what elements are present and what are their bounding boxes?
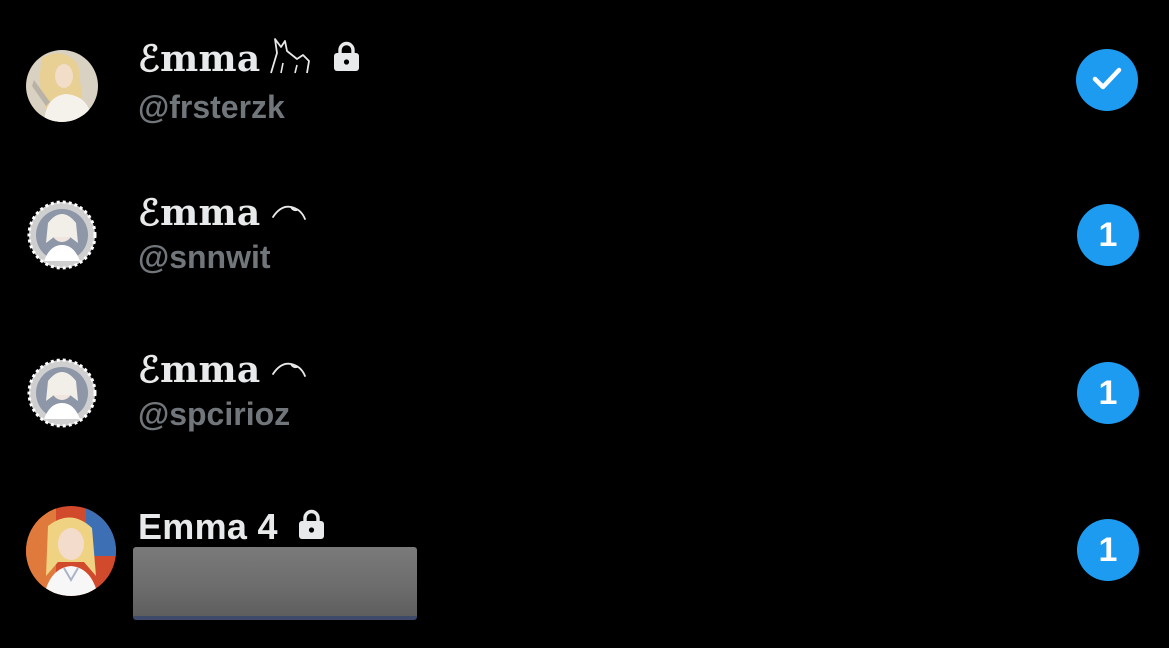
display-name: ℰmma	[138, 350, 307, 390]
display-name-text: Emma 4	[138, 506, 278, 547]
checkmark-icon	[1092, 61, 1122, 100]
unread-count-badge: 1	[1077, 362, 1139, 424]
account-row[interactable]: ℰmma @spcirioz 1	[0, 315, 1169, 465]
selected-badge	[1076, 49, 1138, 111]
account-row[interactable]: ℰmma @frsterzk	[0, 0, 1169, 150]
fox-icon	[267, 35, 313, 83]
handle: @spcirioz	[138, 396, 291, 432]
handle: @frsterzk	[138, 89, 285, 125]
avatar	[26, 357, 98, 429]
account-row[interactable]: ℰmma @snnwit 1	[0, 157, 1169, 307]
display-name: ℰmma	[138, 193, 307, 233]
avatar	[26, 50, 98, 122]
display-name: Emma 4	[138, 507, 325, 547]
display-name-text: ℰmma	[138, 349, 261, 391]
avatar	[26, 199, 98, 271]
lock-icon	[298, 507, 325, 547]
redacted-handle	[133, 547, 417, 620]
lock-icon	[333, 39, 360, 79]
display-name: ℰmma	[138, 35, 360, 83]
avatar	[26, 506, 116, 596]
handle: @snnwit	[138, 239, 271, 275]
unread-count-badge: 1	[1077, 519, 1139, 581]
unread-count-badge: 1	[1077, 204, 1139, 266]
ribbon-icon	[271, 193, 307, 233]
ribbon-icon	[271, 350, 307, 390]
display-name-text: ℰmma	[138, 38, 261, 80]
display-name-text: ℰmma	[138, 192, 261, 234]
